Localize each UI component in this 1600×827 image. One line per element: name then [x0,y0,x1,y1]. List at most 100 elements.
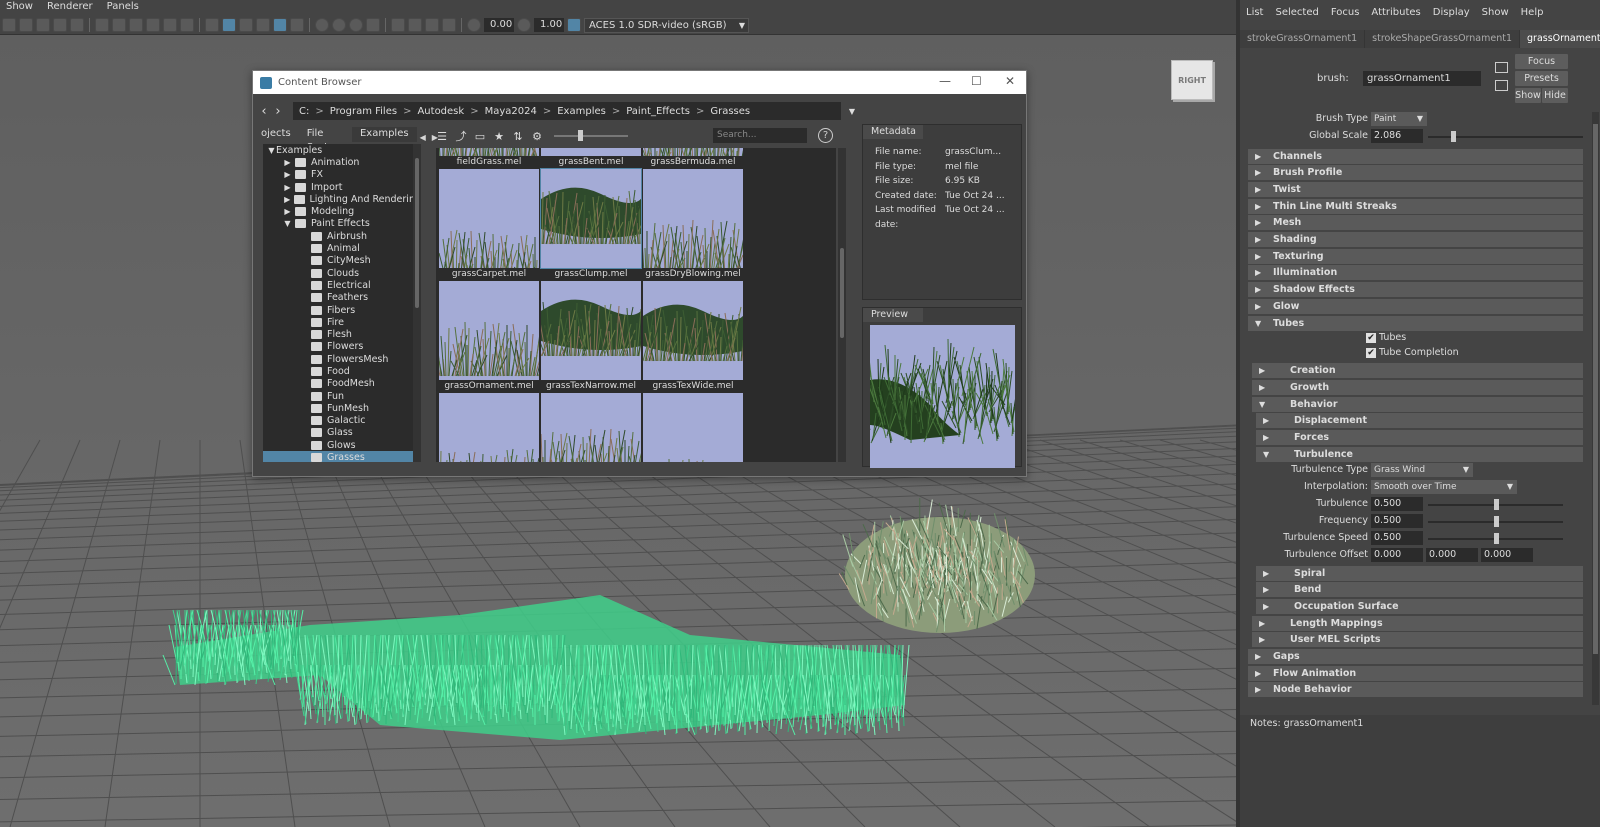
slider-handle[interactable] [1494,499,1499,511]
tree-item[interactable]: ▼ Paint Effects [263,218,421,230]
expand-right-icon[interactable]: ▶ [283,170,292,179]
exposure-icon[interactable] [467,18,481,32]
up-folder-icon[interactable]: ⤴ [455,131,467,142]
field-chart-icon[interactable] [163,18,177,32]
sort-icon[interactable]: ⇅ [512,131,524,142]
wireframe-icon[interactable] [205,18,219,32]
brush-type-dropdown[interactable]: Paint ▼ [1371,112,1427,126]
search-input[interactable]: Search... [713,128,807,143]
help-icon[interactable]: ? [818,128,833,143]
turbulence-offset-y-field[interactable]: 0.000 [1426,547,1478,562]
section-glow[interactable]: ▶ Glow [1248,298,1583,314]
lighting-icon[interactable] [273,18,287,32]
maximize-icon[interactable]: ☐ [971,74,982,88]
section-channels[interactable]: ▶ Channels [1248,148,1583,164]
breadcrumb-item[interactable]: Program Files [330,106,397,117]
breadcrumb-item[interactable]: C: [299,106,309,117]
goto-output-icon[interactable] [1495,80,1508,91]
thumbnail-item[interactable] [643,393,743,462]
slider-handle[interactable] [578,130,583,141]
frequency-field[interactable]: 0.500 [1371,514,1423,529]
close-icon[interactable]: ✕ [1005,74,1015,88]
section-length-mappings[interactable]: ▶ Length Mappings [1252,615,1583,631]
section-displacement[interactable]: ▶ Displacement [1256,413,1583,429]
section-flow-animation[interactable]: ▶ Flow Animation [1248,665,1583,681]
interpolation-dropdown[interactable]: Smooth over Time ▼ [1371,480,1517,495]
favorite-star-icon[interactable]: ★ [493,131,505,142]
focus-button[interactable]: Focus [1515,54,1568,69]
section-turbulence[interactable]: ▼ Turbulence [1256,446,1583,462]
thumbnail-item[interactable]: grassCarpet.mel [439,169,539,280]
menu-selected[interactable]: Selected [1269,7,1324,18]
section-bend[interactable]: ▶ Bend [1256,582,1583,598]
expand-down-icon[interactable]: ▼ [267,146,276,155]
thumbnail-item[interactable]: grassBent.mel [541,148,641,168]
tree-item[interactable]: Fibers [263,304,421,316]
gear-icon[interactable]: ⚙ [531,131,543,142]
tab-examples[interactable]: Examples [351,127,417,142]
tab-scroll-left-icon[interactable]: ◀ [417,133,429,142]
tree-item[interactable]: Feathers [263,292,421,304]
tree-item[interactable]: Fire [263,316,421,328]
expand-down-icon[interactable]: ▼ [283,219,292,228]
pan-zoom-icon[interactable] [53,18,67,32]
menu-renderer[interactable]: Renderer [41,0,101,16]
section-behavior[interactable]: ▼ Behavior [1252,396,1583,412]
textured-icon[interactable] [256,18,270,32]
lock-camera-icon[interactable] [36,18,50,32]
checkbox[interactable]: ✔ [1366,333,1376,344]
minimize-icon[interactable]: — [939,74,951,88]
tab-stroke-grass-ornament[interactable]: strokeGrassOrnament1 [1240,30,1366,48]
thumbnail-item[interactable]: grassOrnament.mel [439,281,539,392]
gamma-field[interactable]: 1.00 [534,18,564,32]
tree-item[interactable]: Fun [263,390,421,402]
tree-item[interactable]: Flesh [263,328,421,340]
goto-input-icon[interactable] [1495,62,1508,73]
section-tubes[interactable]: ▼ Tubes [1248,315,1583,331]
section-spiral[interactable]: ▶ Spiral [1256,565,1583,581]
breadcrumb-item[interactable]: Paint_Effects [626,106,690,117]
scrollbar-thumb[interactable] [415,158,419,308]
turbulence-offset-x-field[interactable]: 0.000 [1371,547,1423,562]
section-shading[interactable]: ▶ Shading [1248,232,1583,247]
thumbnail-item[interactable]: grassClump.mel [540,168,642,280]
tree-item[interactable]: Food [263,365,421,377]
tree-item[interactable]: FoodMesh [263,378,421,390]
tree-item[interactable]: CityMesh [263,255,421,267]
scrollbar-thumb[interactable] [1593,124,1598,654]
section-brush-profile[interactable]: ▶ Brush Profile [1248,165,1583,181]
menu-attributes[interactable]: Attributes [1365,7,1426,18]
gamma-icon[interactable] [517,18,531,32]
tree-item[interactable]: Galactic [263,415,421,427]
tree-item[interactable]: Glows [263,439,421,451]
folder-tree[interactable]: ▼ Examples ▶ Animation ▶ FX ▶ Import ▶ Lighting A… [263,144,421,462]
slider-handle[interactable] [1494,516,1499,528]
section-creation[interactable]: ▶ Creation [1252,363,1583,379]
color-space-dropdown[interactable]: ACES 1.0 SDR-video (sRGB) ▼ [584,17,749,33]
chevron-down-icon[interactable]: ▼ [849,107,855,116]
thumbnail-item[interactable] [439,393,539,462]
menu-show[interactable]: Show [1476,7,1515,18]
select-camera-icon[interactable] [2,18,16,32]
tree-item[interactable]: FunMesh [263,402,421,414]
attribute-list[interactable]: Brush Type Paint ▼ Global Scale 2.086 ▶ Channe… [1248,112,1591,707]
tree-item[interactable]: FlowersMesh [263,353,421,365]
menu-focus[interactable]: Focus [1325,7,1366,18]
frequency-slider[interactable] [1428,516,1563,528]
thumbnail-item[interactable]: grassTexWide.mel [643,281,743,392]
menu-panels[interactable]: Panels [101,0,147,16]
turbulence-offset-z-field[interactable]: 0.000 [1481,547,1533,562]
thumbnail-item[interactable]: grassBermuda.mel [643,148,743,168]
section-forces[interactable]: ▶ Forces [1256,430,1583,445]
xray-components-icon[interactable] [442,18,456,32]
checkbox[interactable]: ✔ [1366,347,1376,358]
depth-of-field-icon[interactable] [366,18,380,32]
back-arrow-icon[interactable]: ‹ [257,104,271,119]
breadcrumb[interactable]: C: > Program Files > Autodesk > Maya2024 > E… [293,102,855,120]
tree-item[interactable]: ▶ Lighting And Rendering [263,193,421,205]
hide-button[interactable]: Hide [1542,88,1568,103]
expand-right-icon[interactable]: ▶ [283,158,292,167]
section-mesh[interactable]: ▶ Mesh [1248,215,1583,231]
section-node-behavior[interactable]: ▶ Node Behavior [1248,682,1583,698]
thumbnail-item[interactable]: grassDryBlowing.mel [643,169,743,280]
